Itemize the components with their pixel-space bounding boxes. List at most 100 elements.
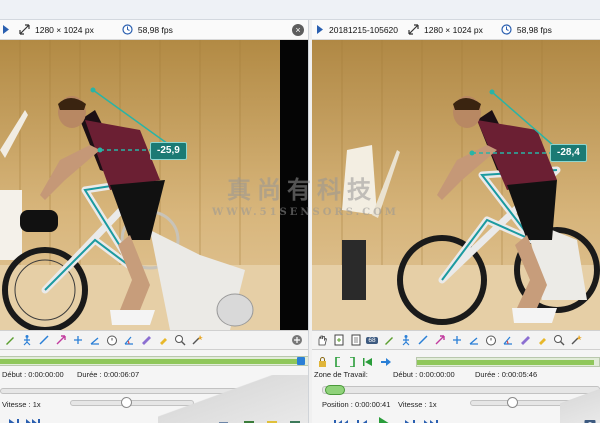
left-timeline-end-marker[interactable]	[297, 357, 305, 365]
right-duree: Durée : 0:00:05:46	[475, 370, 537, 379]
magic-wand-icon[interactable]	[189, 333, 204, 348]
line-tool-icon[interactable]	[415, 333, 430, 348]
left-pin-icon[interactable]	[289, 333, 304, 348]
left-duree-label: Durée :	[77, 370, 102, 379]
export-icon[interactable]	[264, 420, 279, 423]
film-strip-icon[interactable]	[241, 420, 256, 423]
angle-measure-icon[interactable]	[121, 333, 136, 348]
workzone-reset-icon[interactable]	[363, 357, 373, 367]
point-tool-icon[interactable]	[449, 333, 464, 348]
next-frame-icon[interactable]	[404, 419, 415, 423]
stopwatch-icon[interactable]	[483, 333, 498, 348]
right-video-frame[interactable]: -28,4	[312, 40, 600, 330]
left-resolution-text: 1280 × 1024 px	[35, 24, 94, 35]
workzone-start-icon[interactable]	[335, 357, 341, 367]
clock-icon	[501, 24, 512, 35]
left-file-arrow-icon[interactable]	[3, 25, 9, 34]
workzone-goto-icon[interactable]	[381, 357, 391, 367]
left-video-image	[0, 40, 308, 330]
left-debut-label: Début :	[2, 370, 27, 379]
right-workzone-bar[interactable]	[416, 357, 600, 367]
left-transport	[8, 418, 46, 423]
page-icon[interactable]	[348, 333, 363, 348]
stick-figure-icon[interactable]	[19, 333, 34, 348]
hand-icon[interactable]	[314, 333, 329, 348]
previous-frame-icon[interactable]	[357, 419, 368, 423]
left-info-bar: 1280 × 1024 px 58,98 fps ×	[0, 20, 308, 40]
angle-tool-icon[interactable]	[87, 333, 102, 348]
snapshot-icon[interactable]	[195, 420, 210, 423]
right-decorative-swoosh	[560, 380, 600, 423]
right-position-slider[interactable]	[322, 385, 600, 395]
torch-icon[interactable]	[534, 333, 549, 348]
left-fps-text: 58,98 fps	[137, 24, 173, 35]
right-debut: Début : 0:00:00:00	[393, 370, 455, 379]
workzone-end-icon[interactable]	[349, 357, 355, 367]
multi-snapshot-icon[interactable]	[218, 420, 233, 423]
right-position: Position : 0:00:00:41	[322, 400, 390, 409]
line-tool-icon[interactable]	[36, 333, 51, 348]
left-duree-value: 0:00:06:07	[103, 370, 140, 379]
left-speed-slider-knob[interactable]	[120, 397, 132, 408]
stick-figure-icon[interactable]	[398, 333, 413, 348]
left-video-frame[interactable]: -25,9	[0, 40, 308, 330]
right-resolution-text: 1280 × 1024 px	[424, 24, 483, 35]
right-video-pane: 20181215-105620 1280 × 1024 px 58,98 fps	[312, 20, 600, 423]
arrow-tool-icon[interactable]	[53, 333, 68, 348]
go-to-start-icon[interactable]	[334, 419, 348, 423]
stopwatch-icon[interactable]	[104, 333, 119, 348]
save-video-icon[interactable]	[287, 420, 302, 423]
left-timeline-fill	[0, 359, 302, 364]
pencil-icon[interactable]	[381, 333, 396, 348]
left-duree: Durée : 0:00:06:07	[77, 370, 139, 379]
play-icon[interactable]	[378, 416, 392, 423]
resize-icon	[408, 24, 419, 35]
counter-badge-text: 68	[366, 336, 378, 344]
left-debut-value: 0:00:00:00	[28, 370, 64, 379]
right-debut-label: Début :	[393, 370, 418, 379]
right-fps-text: 58,98 fps	[516, 24, 552, 35]
next-frame-icon[interactable]	[8, 418, 20, 423]
fast-forward-icon[interactable]	[424, 419, 438, 423]
pencil-icon[interactable]	[2, 333, 17, 348]
highlighter-icon[interactable]	[138, 333, 153, 348]
torch-icon[interactable]	[155, 333, 170, 348]
counter-badge[interactable]: 68	[365, 333, 379, 348]
lock-icon[interactable]	[318, 357, 327, 367]
left-video-pane: 1280 × 1024 px 58,98 fps × -25,9 Début:…	[0, 20, 309, 423]
zoom-icon[interactable]	[172, 333, 187, 348]
left-decorative-swoosh	[158, 375, 308, 423]
left-debut: Début : 0:00:00:00	[2, 370, 64, 379]
right-angle-label[interactable]: -28,4	[550, 144, 587, 162]
left-drawing-toolbar	[0, 330, 308, 350]
angle-measure-icon[interactable]	[500, 333, 515, 348]
right-debut-value: 0:00:00:00	[419, 370, 455, 379]
resize-icon	[19, 24, 30, 35]
zoom-icon[interactable]	[551, 333, 566, 348]
right-resolution-group: 1280 × 1024 px	[408, 24, 483, 35]
right-transport	[334, 416, 444, 423]
left-timeline[interactable]	[0, 356, 308, 366]
right-duree-label: Durée :	[475, 370, 500, 379]
right-position-label: Position :	[322, 400, 353, 409]
new-doc-icon[interactable]	[331, 333, 346, 348]
arrow-tool-icon[interactable]	[432, 333, 447, 348]
right-file-arrow-icon[interactable]	[317, 25, 323, 34]
magic-wand-icon[interactable]	[568, 333, 583, 348]
right-snapshot-icon[interactable]	[584, 418, 596, 423]
left-angle-label[interactable]: -25,9	[150, 142, 187, 160]
left-resolution-group: 1280 × 1024 px	[19, 24, 94, 35]
close-icon[interactable]: ×	[292, 24, 304, 36]
left-fps-group: 58,98 fps	[122, 24, 173, 35]
highlighter-icon[interactable]	[517, 333, 532, 348]
angle-tool-icon[interactable]	[466, 333, 481, 348]
right-position-thumb[interactable]	[325, 385, 345, 395]
point-tool-icon[interactable]	[70, 333, 85, 348]
right-speed-slider-knob[interactable]	[507, 397, 519, 408]
right-video-image	[312, 40, 600, 330]
right-workzone-controls	[318, 357, 397, 367]
right-filename-text: 20181215-105620	[329, 24, 399, 35]
fast-forward-icon[interactable]	[26, 418, 40, 423]
right-workzone-fill	[417, 360, 594, 365]
clock-icon	[122, 24, 133, 35]
